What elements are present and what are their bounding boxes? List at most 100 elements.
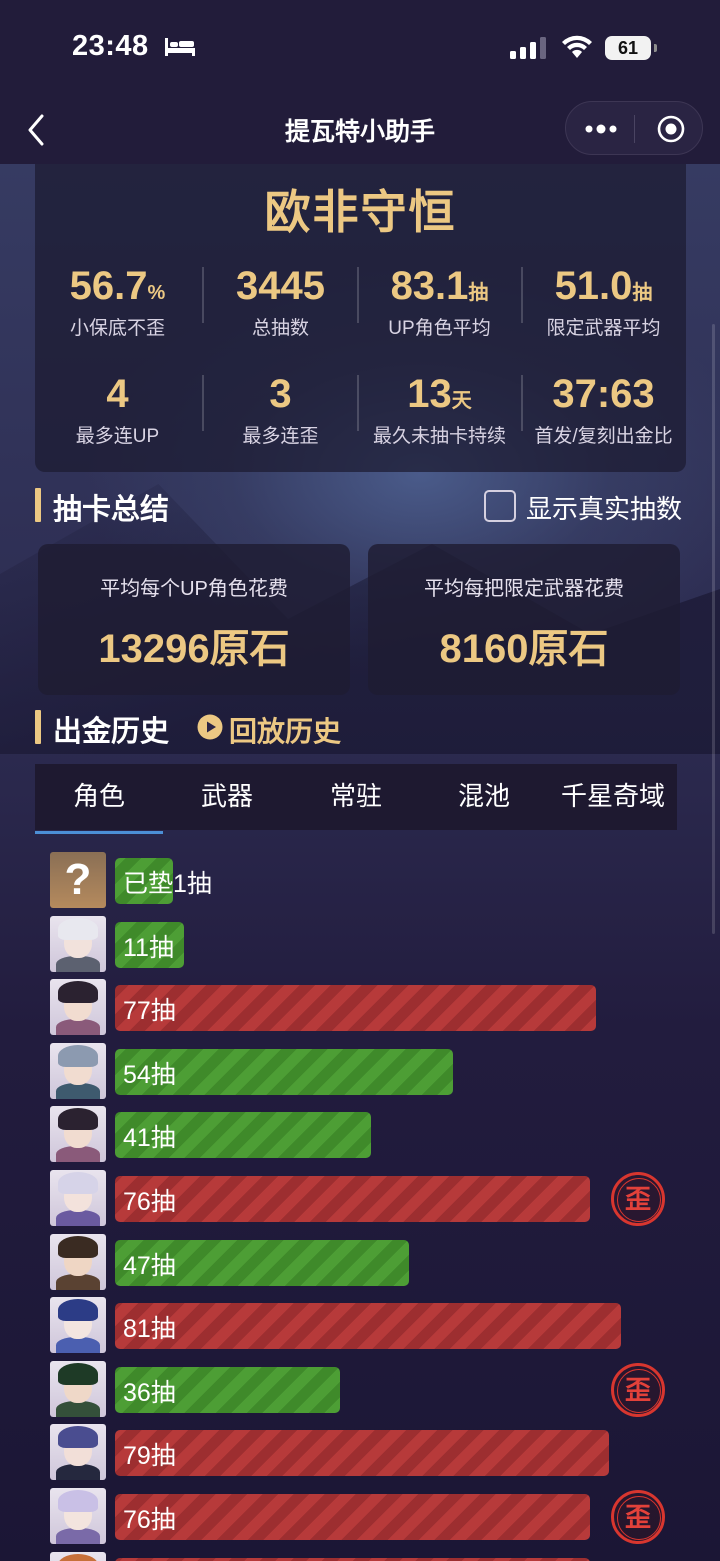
avatar-hair [58,1426,98,1449]
signal-icon [510,37,546,59]
section-title: 抽卡总结 [53,494,170,526]
nav-bar: 提瓦特小助手 [0,96,720,164]
stat-unit: 抽 [632,282,653,304]
avatar-hair [58,1108,98,1131]
history-row[interactable]: 11抽 [50,915,690,974]
pull-count-label: 41抽 [123,1124,176,1153]
history-tabs: 角色 武器 常驻 混池 千星奇域 [35,764,677,834]
history-row[interactable]: 54抽 [50,1042,690,1101]
close-target-icon[interactable] [656,114,686,144]
stat-item: 56.7% 小保底不歪 [36,264,199,340]
stat-value: 4 [106,372,129,416]
avatar-body [56,1146,100,1163]
avatar-body [56,1400,100,1417]
tab-weapon[interactable]: 武器 [163,764,291,830]
pull-count-label: 81抽 [123,1315,176,1344]
stat-item: 51.0抽 限定武器平均 [522,264,685,340]
stat-label: 最多连UP [75,426,160,447]
history-row[interactable]: 41抽 [50,1106,690,1164]
tab-miliastra[interactable]: 千星奇域 [549,764,677,830]
status-bar: 23:48 61 [0,0,720,96]
active-tab-indicator [35,831,163,834]
avatar-hair [58,1299,98,1322]
stat-label: 限定武器平均 [546,318,661,339]
cost-card-weapon: 平均每把限定武器花费 8160原石 [368,544,680,695]
tab-character[interactable]: 角色 [35,764,163,834]
content-scroll[interactable]: 欧非守恒 56.7% 小保底不歪 3445 总抽数 83.1抽 UP角色平均 5… [0,164,720,1561]
pull-count-label: 47抽 [123,1251,176,1280]
avatar-body [56,1210,100,1226]
pull-count-label: 79抽 [123,1442,176,1471]
character-avatar [50,1042,106,1099]
cost-label: 平均每把限定武器花费 [424,578,624,600]
draw-summary-header: 抽卡总结 [35,484,335,526]
avatar-body [56,1464,100,1481]
question-mark-icon: ? [64,855,92,904]
history-row[interactable]: 36抽 歪 [50,1360,690,1419]
avatar-hair [58,1553,98,1561]
pull-count-label: 54抽 [123,1060,176,1089]
tab-standard[interactable]: 常驻 [292,764,420,830]
status-time: 23:48 [72,30,149,62]
tab-mixed-pool[interactable]: 混池 [420,764,548,830]
avatar-body [56,1528,100,1544]
gold-history-header: 出金历史 [35,706,195,748]
character-avatar [50,1233,106,1290]
character-avatar [50,1488,106,1544]
stat-item: 37:63 首发/复刻出金比 [522,372,685,448]
show-real-pulls-checkbox[interactable] [484,490,516,522]
section-title: 出金历史 [53,716,170,748]
history-row[interactable]: ? 已垫1抽 [50,852,690,910]
section-accent-bar [35,488,41,522]
stat-value: 13 [407,372,452,416]
pull-count-label: 11抽 [123,933,174,962]
stat-divider [357,267,359,323]
avatar-body [56,955,100,972]
stat-value: 83.1 [390,264,469,308]
scrollbar[interactable] [712,324,715,934]
stat-label: 小保底不歪 [69,318,165,339]
history-row[interactable] [50,1551,690,1561]
stat-value: 56.7 [69,264,148,308]
avatar-body [56,1273,100,1290]
tab-label: 千星奇域 [560,781,665,811]
history-row[interactable]: 81抽 [50,1297,690,1355]
stat-unit: 抽 [468,282,489,304]
stat-item: 83.1抽 UP角色平均 [358,264,521,340]
battery-indicator: 61 [605,36,657,60]
history-row[interactable]: 76抽 歪 [50,1170,690,1228]
stat-item: 3445 总抽数 [199,264,362,340]
replay-history-button[interactable]: 回放历史 [229,710,341,750]
more-icon[interactable] [584,119,618,139]
stat-label: UP角色平均 [388,318,491,339]
stat-label: 最多连歪 [242,426,319,447]
tab-label: 角色 [72,781,125,811]
lost-5050-stamp-icon: 歪 [611,1362,665,1417]
history-row[interactable]: 79抽 [50,1424,690,1482]
history-row[interactable]: 76抽 歪 [50,1488,690,1546]
lost-5050-stamp-icon: 歪 [611,1172,665,1226]
cost-value: 8160原石 [439,627,609,671]
tab-label: 常驻 [329,781,382,811]
history-row[interactable]: 47抽 [50,1233,690,1292]
stat-item: 13天 最久未抽卡持续 [358,372,521,448]
history-row[interactable]: 77抽 [50,979,690,1037]
cost-label: 平均每个UP角色花费 [100,578,288,600]
pull-count-label: 76抽 [123,1506,176,1534]
character-avatar: ? [50,852,106,908]
play-icon[interactable] [197,714,223,740]
avatar-body [56,1337,100,1354]
avatar-hair [58,917,98,940]
avatar-body [56,1082,100,1099]
avatar-hair [58,1044,98,1067]
tab-label: 混池 [457,781,510,811]
stat-divider [521,267,523,323]
stat-unit: 天 [451,390,472,412]
character-avatar [50,1360,106,1417]
stat-divider [202,375,204,431]
checkbox-label[interactable]: 显示真实抽数 [526,489,682,526]
pull-count-bar [115,985,597,1032]
pull-count-bar [115,1303,622,1350]
stat-item: 4 最多连UP [36,372,199,448]
rank-title: 欧非守恒 [264,186,457,238]
